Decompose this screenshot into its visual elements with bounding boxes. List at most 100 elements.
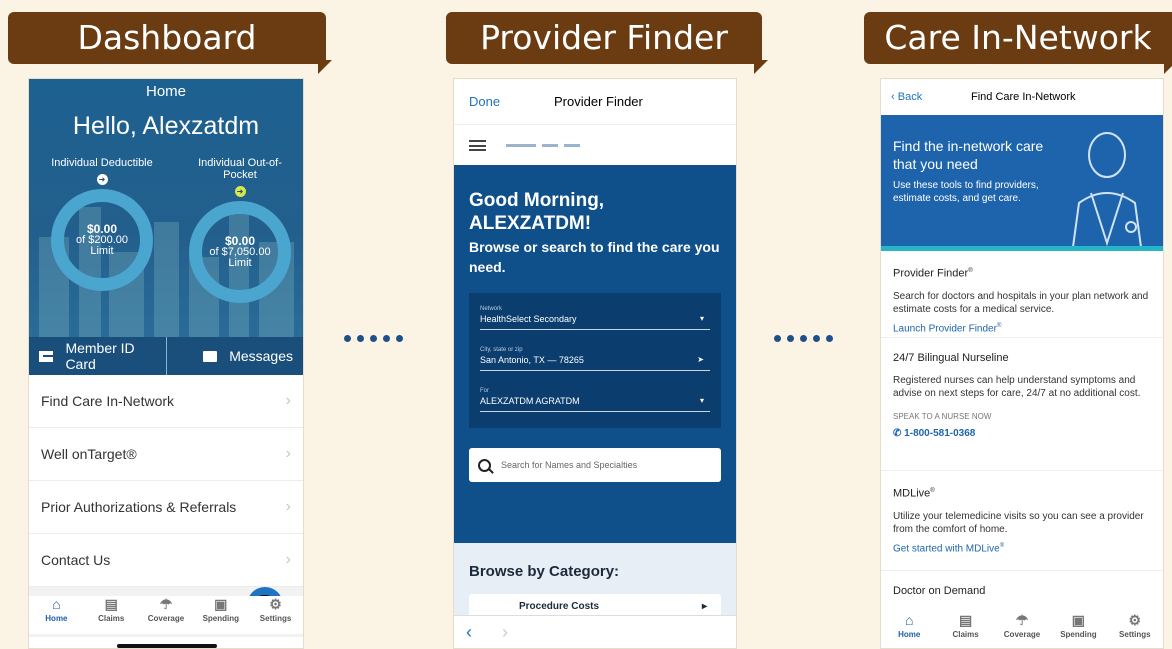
phone-icon: ✆	[893, 428, 905, 439]
tab-claims[interactable]: ▤ Claims	[84, 596, 139, 634]
hero-description: Use these tools to find providers, estim…	[893, 180, 1039, 204]
home-icon: ⌂	[52, 596, 61, 612]
tab-claims[interactable]: ▤ Claims	[937, 612, 993, 648]
claims-icon: ▤	[104, 596, 118, 612]
tab-label: Claims	[98, 614, 125, 623]
network-select[interactable]: Network HealthSelect Secondary ▾	[480, 301, 710, 330]
out-of-pocket-widget[interactable]: Individual Out-of-Pocket ➜ $0.00 of $7,0…	[185, 157, 295, 303]
tab-coverage[interactable]: ☂ Coverage	[139, 596, 194, 634]
section-title: Provider Finder®	[893, 267, 973, 280]
page-title: Provider Finder	[554, 94, 643, 109]
top-bar: Done Provider Finder	[454, 79, 736, 125]
menu-item-contact-us[interactable]: Contact Us ›	[29, 534, 303, 587]
menu-item-label: Contact Us	[41, 552, 111, 568]
tab-label: Coverage	[1003, 630, 1041, 639]
browse-title: Browse by Category:	[469, 563, 620, 580]
tab-home[interactable]: ⌂ Home	[29, 596, 84, 634]
dashboard-hero: Home Hello, Alexzatdm Individual Deducti…	[29, 79, 303, 337]
search-input[interactable]: Search for Names and Specialties	[469, 448, 721, 482]
dashboard-label: Dashboard	[8, 12, 326, 64]
tab-home[interactable]: ⌂ Home	[881, 612, 937, 648]
tab-spending[interactable]: ▣ Spending	[193, 596, 248, 634]
arrow-right-icon[interactable]: ➜	[96, 174, 108, 185]
forward-arrow-icon[interactable]: ›	[502, 622, 508, 643]
tab-label: Home	[898, 630, 921, 639]
tab-spending[interactable]: ▣ Spending	[1050, 612, 1106, 648]
out-of-pocket-limit: of $7,050.00 Limit	[209, 246, 271, 269]
chevron-right-icon: ›	[285, 392, 291, 409]
menu-item-prior-auth[interactable]: Prior Authorizations & Referrals ›	[29, 481, 303, 534]
tab-settings[interactable]: ⚙ Settings	[248, 596, 303, 634]
tab-settings[interactable]: ⚙ Settings	[1107, 612, 1163, 648]
care-in-network-screen: ‹ Back Find Care In-Network Find the in-…	[880, 78, 1164, 649]
browse-section: Browse by Category: Procedure Costs ▸	[454, 543, 736, 618]
launch-provider-finder-link[interactable]: Launch Provider Finder®	[893, 320, 1151, 335]
provider-hero: Good Morning, ALEXZATDM! Browse or searc…	[454, 165, 736, 543]
menu-item-well-ontarget[interactable]: Well onTarget® ›	[29, 428, 303, 481]
settings-icon: ⚙	[269, 596, 282, 612]
member-select[interactable]: For ALEXZATDM AGRATDM ▾	[480, 383, 710, 412]
deductible-widget[interactable]: Individual Deductible ➜ $0.00 of $200.00…	[47, 157, 157, 291]
back-button[interactable]: ‹ Back	[891, 91, 971, 103]
done-button[interactable]: Done	[469, 94, 554, 109]
chevron-right-icon: ›	[285, 551, 291, 568]
quick-actions-bar: Member ID Card Messages	[29, 337, 303, 375]
care-hero: Find the in-network care that you need U…	[881, 115, 1163, 251]
doctor-illustration-icon	[1072, 132, 1142, 246]
nurseline-phone-link[interactable]: ✆ 1-800-581-0368	[893, 427, 1151, 440]
doctor-on-demand-section: Doctor on Demand	[881, 571, 1163, 597]
chevron-right-icon: ›	[285, 445, 291, 462]
link-text: Get started with MDLive	[893, 542, 1000, 554]
messages-button[interactable]: Messages	[165, 337, 304, 375]
back-label: Back	[897, 91, 923, 103]
tab-coverage[interactable]: ☂ Coverage	[994, 612, 1050, 648]
hero-title: Find the in-network care that you need	[893, 138, 1044, 172]
provider-finder-section: Provider Finder® Search for doctors and …	[881, 251, 1163, 338]
page-title: Find Care In-Network	[971, 91, 1076, 103]
tab-label: Spending	[1060, 630, 1097, 639]
get-started-mdlive-link[interactable]: Get started with MDLive®	[893, 540, 1151, 555]
location-label: City, state or zip	[480, 347, 523, 353]
phone-number: 1-800-581-0368	[904, 428, 976, 439]
section-title-text: MDLive	[893, 487, 931, 500]
caret-down-icon: ▾	[699, 314, 704, 323]
hamburger-menu-icon[interactable]	[469, 139, 486, 151]
back-arrow-icon[interactable]: ‹	[466, 622, 472, 643]
tab-label: Spending	[202, 614, 240, 623]
partner-logos	[506, 143, 580, 147]
section-title: MDLive®	[893, 487, 935, 500]
mdlive-section: MDLive® Utilize your telemedicine visits…	[881, 471, 1163, 571]
out-of-pocket-label: Individual Out-of-Pocket	[198, 157, 282, 181]
chevron-right-icon: ›	[285, 498, 291, 515]
arrow-right-icon[interactable]: ➜	[234, 186, 246, 197]
provider-finder-screen: Done Provider Finder Good Morning, ALEXZ…	[453, 78, 737, 649]
caret-right-icon: ▸	[701, 600, 707, 612]
tab-label: Coverage	[147, 614, 185, 623]
tab-label: Settings	[259, 614, 292, 623]
spending-icon: ▣	[214, 596, 228, 612]
location-arrow-icon[interactable]: ➤	[697, 355, 704, 364]
bottom-tab-bar: ⌂ Home ▤ Claims ☂ Coverage ▣ Spending ⚙ Setti…	[29, 596, 303, 634]
location-value: San Antonio, TX — 78265	[480, 355, 584, 365]
location-field[interactable]: City, state or zip San Antonio, TX — 782…	[480, 342, 710, 371]
sub-header	[454, 125, 736, 165]
member-id-card-button[interactable]: Member ID Card	[29, 337, 166, 375]
section-title-text: Provider Finder	[893, 267, 969, 280]
messages-label: Messages	[229, 348, 293, 364]
menu-item-find-care[interactable]: Find Care In-Network ›	[29, 375, 303, 428]
category-label: Procedure Costs	[519, 600, 600, 612]
network-label: Network	[480, 306, 503, 312]
speak-to-nurse-label: SPEAK TO A NURSE NOW	[893, 412, 992, 421]
home-indicator	[117, 644, 217, 648]
claims-icon: ▤	[958, 612, 973, 628]
greeting: Hello, Alexzatdm	[72, 112, 260, 140]
section-description: Utilize your telemedicine visits so you …	[893, 510, 1144, 535]
section-title: Doctor on Demand	[893, 585, 986, 597]
tab-label: Claims	[952, 630, 979, 639]
page-title: Home	[145, 83, 186, 100]
menu-item-label: Find Care In-Network	[41, 393, 175, 409]
dashboard-screen: Home Hello, Alexzatdm Individual Deducti…	[28, 78, 304, 649]
coverage-icon: ☂	[1015, 612, 1029, 628]
member-value: ALEXZATDM AGRATDM	[480, 396, 580, 406]
network-value: HealthSelect Secondary	[480, 314, 577, 324]
